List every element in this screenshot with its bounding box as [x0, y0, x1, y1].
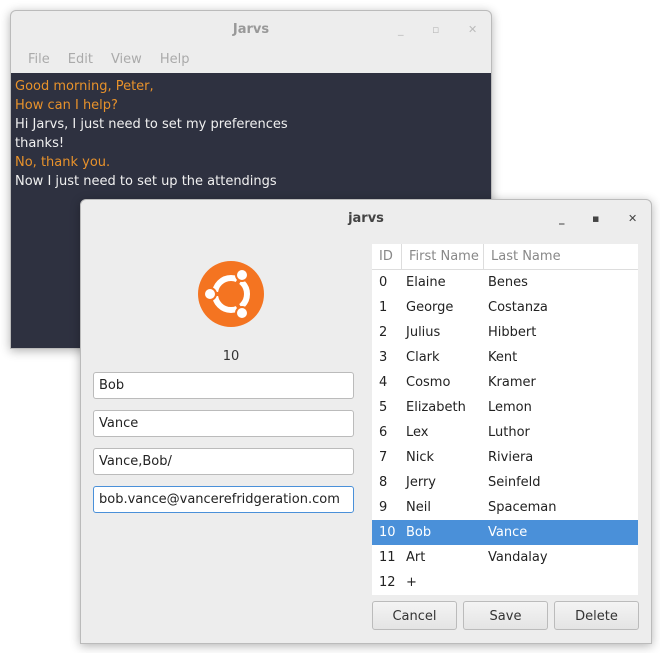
cell-first-name: George: [406, 300, 454, 315]
ubuntu-logo-icon: [198, 261, 264, 327]
cell-last-name: [484, 570, 638, 595]
cell-id: 5: [379, 400, 388, 415]
cell-id: 1: [379, 300, 388, 315]
menu-file[interactable]: File: [19, 46, 59, 73]
table-row[interactable]: 9 Neil Spaceman: [372, 495, 638, 520]
cell-id: 0: [379, 275, 388, 290]
id-label: 10: [222, 349, 240, 364]
cell-last-name: Hibbert: [488, 325, 537, 340]
email-input[interactable]: [93, 486, 354, 513]
cell-id: 8: [379, 475, 388, 490]
cell-id: 10: [379, 525, 396, 540]
chat-line: Now I just need to set up the attendings: [15, 174, 277, 189]
chat-line: Hi Jarvs, I just need to set my preferen…: [15, 117, 288, 132]
cell-last-name: Benes: [488, 275, 528, 290]
cell-last-name: Kent: [488, 350, 518, 365]
table-row[interactable]: 1 George Costanza: [372, 295, 638, 320]
cell-first-name: +: [406, 575, 417, 590]
table-row[interactable]: 12 +: [372, 570, 638, 595]
dialog-window: jarvs _ ▪ ✕ 10 ID First Name Last Name 0…: [80, 199, 652, 644]
minimize-icon[interactable]: _: [559, 200, 565, 238]
cell-last-name: Luthor: [488, 425, 530, 440]
chat-line: How can I help?: [15, 98, 118, 113]
table-row[interactable]: 8 Jerry Seinfeld: [372, 470, 638, 495]
cell-id: 3: [379, 350, 388, 365]
cell-first-name: Art: [406, 550, 426, 565]
header-id[interactable]: ID: [372, 244, 402, 269]
cell-last-name: Spaceman: [488, 500, 557, 515]
cell-first-name: Lex: [406, 425, 429, 440]
last-name-input[interactable]: [93, 410, 354, 437]
cell-first-name: Julius: [406, 325, 441, 340]
cell-id: 7: [379, 450, 388, 465]
table-row[interactable]: 7 Nick Riviera: [372, 445, 638, 470]
table-row[interactable]: 10 Bob Vance: [372, 520, 638, 545]
maximize-icon[interactable]: ▪: [592, 200, 599, 238]
table-row[interactable]: 5 Elizabeth Lemon: [372, 395, 638, 420]
cell-id: 6: [379, 425, 388, 440]
chat-line: Good morning, Peter,: [15, 79, 154, 94]
cell-id: 12: [379, 575, 396, 590]
cell-last-name: Seinfeld: [488, 475, 541, 490]
menu-help[interactable]: Help: [151, 46, 199, 73]
name-path-input[interactable]: [93, 448, 354, 475]
cell-first-name: Bob: [406, 525, 432, 540]
table-row[interactable]: 0 Elaine Benes: [372, 270, 638, 295]
people-table: ID First Name Last Name 0 Elaine Benes 1 Geo…: [372, 244, 638, 595]
cell-last-name: Costanza: [488, 300, 548, 315]
save-button[interactable]: Save: [463, 601, 548, 630]
cell-first-name: Neil: [406, 500, 431, 515]
cell-last-name: Riviera: [488, 450, 534, 465]
first-name-input[interactable]: [93, 372, 354, 399]
cell-last-name: Kramer: [488, 375, 536, 390]
chat-line: thanks!: [15, 136, 65, 151]
table-row[interactable]: 2 Julius Hibbert: [372, 320, 638, 345]
cell-first-name: Nick: [406, 450, 435, 465]
close-icon[interactable]: ✕: [468, 11, 477, 49]
table-header: ID First Name Last Name: [372, 244, 638, 270]
cell-last-name: Lemon: [488, 400, 532, 415]
cell-first-name: Cosmo: [406, 375, 451, 390]
window-title: Jarvs: [232, 22, 270, 37]
header-first-name[interactable]: First Name: [402, 244, 484, 269]
cell-id: 4: [379, 375, 388, 390]
maximize-icon[interactable]: ▫: [432, 11, 439, 49]
table-row[interactable]: 4 Cosmo Kramer: [372, 370, 638, 395]
delete-button[interactable]: Delete: [554, 601, 639, 630]
cell-last-name: Vance: [488, 525, 528, 540]
minimize-icon[interactable]: _: [398, 11, 404, 49]
table-row[interactable]: 6 Lex Luthor: [372, 420, 638, 445]
table-row[interactable]: 3 Clark Kent: [372, 345, 638, 370]
cell-last-name: Vandalay: [488, 550, 548, 565]
chat-line: No, thank you.: [15, 155, 111, 170]
cell-first-name: Jerry: [406, 475, 436, 490]
menu-edit[interactable]: Edit: [59, 46, 102, 73]
cell-first-name: Elaine: [406, 275, 446, 290]
cell-first-name: Elizabeth: [406, 400, 466, 415]
cell-id: 9: [379, 500, 388, 515]
window-title: jarvs: [348, 211, 384, 226]
cell-first-name: Clark: [406, 350, 440, 365]
cell-id: 11: [379, 550, 396, 565]
menu-bar: File Edit View Help: [11, 46, 491, 73]
menu-view[interactable]: View: [102, 46, 151, 73]
cancel-button[interactable]: Cancel: [372, 601, 457, 630]
close-icon[interactable]: ✕: [628, 200, 637, 238]
header-last-name[interactable]: Last Name: [484, 244, 638, 269]
table-row[interactable]: 11 Art Vandalay: [372, 545, 638, 570]
cell-id: 2: [379, 325, 388, 340]
